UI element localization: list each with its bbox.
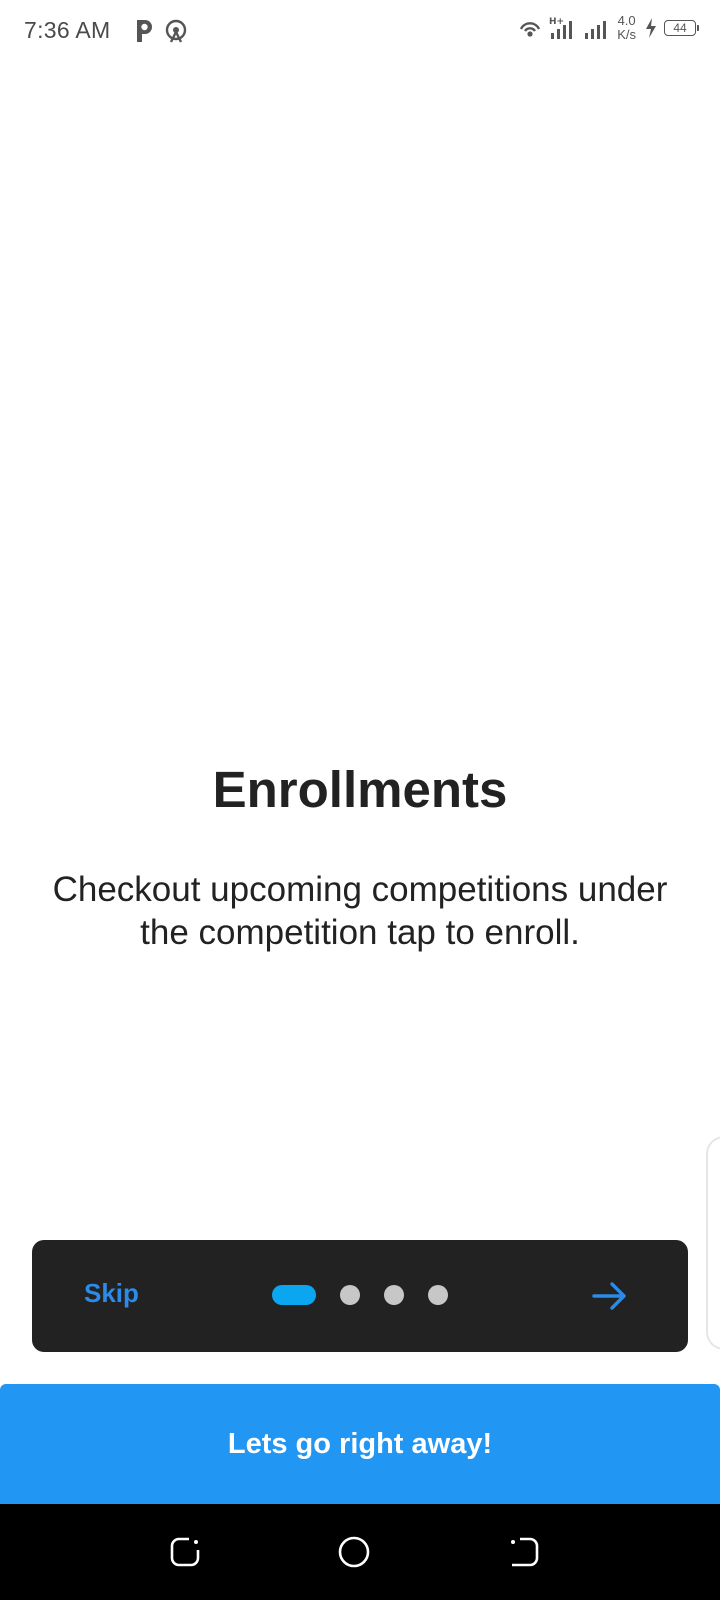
recents-icon: [170, 1537, 200, 1567]
home-button[interactable]: [336, 1534, 372, 1570]
battery-icon: 44: [664, 20, 699, 36]
next-button[interactable]: [590, 1276, 630, 1316]
onboarding-nav-bar: Skip: [32, 1240, 688, 1352]
page-description: Checkout upcoming competitions under the…: [52, 870, 668, 952]
system-navigation-bar: [0, 1504, 720, 1600]
skip-button[interactable]: Skip: [84, 1278, 139, 1309]
page-indicator: [272, 1285, 448, 1305]
hotspot-icon: [165, 19, 187, 43]
page-dot-3[interactable]: [384, 1285, 404, 1305]
home-circle-icon: [338, 1536, 370, 1568]
arrow-right-icon: [592, 1282, 626, 1310]
page-dot-2[interactable]: [340, 1285, 360, 1305]
wifi-icon: [520, 22, 541, 37]
back-button[interactable]: [506, 1534, 542, 1570]
signal-icon: [585, 21, 607, 39]
status-bar: 7:36 AM H+ 4.0 K/s 44: [0, 0, 720, 64]
page-dot-4[interactable]: [428, 1285, 448, 1305]
back-icon: [511, 1537, 539, 1567]
recents-button[interactable]: [167, 1534, 203, 1570]
status-time: 7:36 AM: [24, 17, 111, 43]
page-dot-1-active[interactable]: [272, 1285, 316, 1305]
onboarding-screen: 7:36 AM H+ 4.0 K/s 44 Enrollments Checko…: [0, 0, 720, 1600]
svg-text:H+: H+: [549, 17, 564, 27]
edge-side-panel-handle[interactable]: [706, 1136, 720, 1350]
battery-level: 44: [673, 21, 687, 35]
network-speed-value: 4.0: [617, 13, 636, 28]
page-title: Enrollments: [212, 761, 508, 818]
network-speed-unit: K/s: [617, 27, 636, 42]
lets-go-button[interactable]: Lets go right away!: [0, 1384, 720, 1504]
signal-hplus-icon: H+: [549, 17, 573, 39]
parking-app-icon: [137, 20, 152, 42]
notification-icons: [133, 18, 189, 44]
charging-icon: [646, 18, 656, 38]
system-status-icons: H+ 4.0 K/s 44: [517, 14, 699, 42]
network-speed: 4.0 K/s: [617, 14, 636, 42]
